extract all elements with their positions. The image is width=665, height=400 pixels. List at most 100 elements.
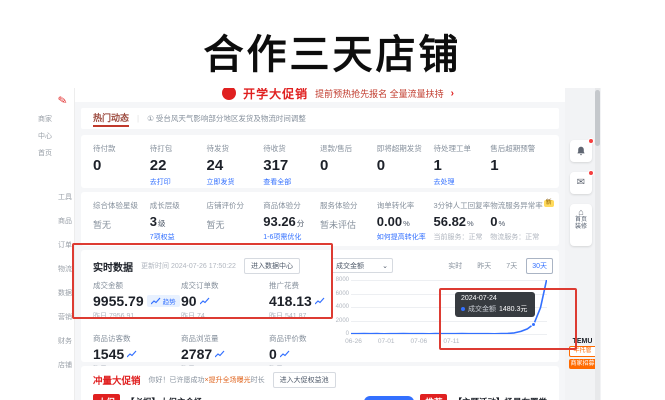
sidebar-item[interactable]: 中心: [35, 133, 55, 141]
stat-sub: 物流服务：正常: [490, 232, 547, 242]
sales-chart: 成交金额 ⌄ 实时 昨天 7天 30天 02000400060008000 20…: [327, 254, 553, 360]
sidebar-item[interactable]: 店铺: [55, 362, 75, 370]
tab-yesterday[interactable]: 昨天: [471, 258, 497, 274]
stat-value[interactable]: 1: [434, 157, 491, 174]
todo-stat: 待打包 22 去打印: [150, 143, 207, 180]
notification-dot: [588, 170, 594, 176]
stat-label: 成长层级: [150, 200, 207, 211]
temu-tag: 半托管: [569, 346, 597, 357]
enter-data-center-button[interactable]: 进入数据中心: [244, 258, 300, 274]
home-icon: ⌂: [578, 207, 583, 217]
stat-link[interactable]: 7项权益: [150, 232, 207, 242]
plot-area: 02000400060008000 2024-07-24 成交金额 1480.3…: [351, 280, 547, 334]
stat-label: 待发货: [207, 143, 264, 154]
realtime-metric: 成交金额 9955.79 趋势 昨日 7956.91: [93, 280, 181, 321]
metric-value: 0: [269, 346, 277, 362]
x-axis-labels: 06-2607-0107-0607-11: [351, 338, 547, 346]
range-tabs: 实时 昨天 7天 30天: [442, 258, 553, 274]
metric-label: 商品浏览量: [181, 333, 269, 344]
tab-hot-news[interactable]: 热门动态: [93, 111, 129, 127]
metric-value: 9955.79: [93, 293, 144, 309]
todo-stat: 即将超期发货 0: [377, 143, 434, 180]
sidebar-item[interactable]: 营销: [55, 314, 75, 322]
stat-unit: %: [467, 219, 474, 228]
trend-icon[interactable]: [280, 350, 290, 358]
stat-value[interactable]: 22: [150, 157, 207, 174]
metric-value: 418.13: [269, 293, 312, 309]
enter-promo-pool-button[interactable]: 进入大促权益池: [273, 372, 336, 388]
sidebar-item[interactable]: 商品: [55, 218, 75, 226]
promo-item-link[interactable]: 【必报】大促主会场: [126, 396, 203, 400]
sidebar-item[interactable]: 数据: [55, 290, 75, 298]
tab-30d[interactable]: 30天: [526, 258, 553, 274]
stat-unit: 级: [158, 219, 166, 228]
trend-icon[interactable]: [215, 350, 225, 358]
stat-label: 待付款: [93, 143, 150, 154]
sidebar-item[interactable]: 订单: [55, 242, 75, 250]
right-rail: ✉ ⌂ 首页装修 TEMU 半托管 商家招募: [565, 88, 601, 400]
pen-annotation-icon: ✎: [57, 93, 68, 107]
mail-icon: ✉: [577, 178, 585, 188]
select-value: 成交金额: [336, 261, 364, 271]
scrollbar-thumb[interactable]: [595, 90, 600, 146]
messages-button[interactable]: ✉: [570, 172, 592, 194]
stat-value[interactable]: 317: [263, 157, 320, 174]
quality-stat: 综合体验星级 暂无: [93, 200, 150, 238]
quality-card: 综合体验星级 暂无 成长层级 3级 7项权益 店铺评价分 暂无 商品体验分 93…: [81, 192, 559, 246]
sidebar-item[interactable]: 商家: [35, 116, 55, 124]
trend-pill[interactable]: 趋势: [147, 295, 180, 307]
trend-icon[interactable]: [200, 297, 210, 305]
stat-sub: 当前服务：正常: [434, 232, 491, 242]
temu-recruit-widget[interactable]: TEMU 半托管 商家招募: [567, 338, 598, 369]
stat-link[interactable]: 查看全部: [263, 177, 320, 187]
sidebar-item[interactable]: 物流: [55, 266, 75, 274]
stat-value[interactable]: 24: [207, 157, 264, 174]
realtime-metric: 成交订单数 90 昨日 74: [181, 280, 269, 321]
top-banner[interactable]: 开学大促销 提前预热抢先报名 全量流量扶持 ›: [75, 88, 601, 102]
trend-icon: [151, 297, 161, 305]
sidebar-item[interactable]: 工具: [55, 194, 75, 202]
home-decorate-label: 首页装修: [575, 217, 587, 231]
promo-item-link[interactable]: 【主题活动】场景布置类: [453, 396, 547, 400]
quality-stat: 店铺评价分 暂无: [207, 200, 264, 238]
stat-value[interactable]: 0: [377, 157, 434, 174]
stat-label: 综合体验星级: [93, 200, 150, 211]
stat-value[interactable]: 0: [320, 157, 377, 174]
metric-value: 90: [181, 293, 197, 309]
stat-value[interactable]: 0: [93, 157, 150, 174]
trend-icon[interactable]: [315, 297, 325, 305]
tab-realtime[interactable]: 实时: [442, 258, 468, 274]
stat-link[interactable]: 去处理: [434, 177, 491, 187]
bell-icon: [576, 146, 586, 156]
trend-icon[interactable]: [127, 350, 137, 358]
sidebar-item[interactable]: 财务: [55, 338, 75, 346]
page-title: 合作三天店铺: [0, 22, 665, 80]
news-ticker[interactable]: ① 受台风天气影响部分地区发货及物流时间调整: [147, 113, 306, 124]
tooltip-date: 2024-07-24: [461, 295, 529, 302]
realtime-card: 实时数据 更新时间 2024-07-26 17:50:22 进入数据中心 成交金…: [81, 250, 559, 362]
notification-button[interactable]: [570, 140, 592, 162]
stat-value: 暂无: [207, 218, 264, 231]
tab-7d[interactable]: 7天: [500, 258, 523, 274]
metric-yesterday: 昨日 74: [181, 311, 269, 321]
stat-link[interactable]: 如何提高转化率: [377, 232, 434, 242]
promo-badge: 大促: [93, 394, 120, 400]
promo-badge: 推荐: [420, 394, 447, 400]
quality-stat: 商品体验分 93.26分 1-6项需优化: [263, 200, 320, 238]
banner-title: 开学大促销: [243, 88, 308, 102]
stat-label: 待处理工单: [434, 143, 491, 154]
stat-value[interactable]: 1: [490, 157, 547, 174]
stat-link[interactable]: 1-6项需优化: [263, 232, 320, 242]
dashboard-screenshot: 商家 中心 首页 工具 商品 订单 物流 数据 营销 财务 店铺 开学大促销 提…: [35, 88, 601, 400]
home-decorate-tab[interactable]: ⌂ 首页装修: [570, 204, 592, 246]
sidebar-item[interactable]: 首页: [35, 150, 55, 158]
stat-value: 0.00: [377, 214, 402, 229]
temu-recruit-button[interactable]: 商家招募: [569, 359, 597, 369]
stat-link[interactable]: 立即发货: [207, 177, 264, 187]
stat-label: 商品体验分: [263, 200, 320, 211]
promo-action-button[interactable]: [364, 396, 414, 400]
todo-stat: 待处理工单 1 去处理: [434, 143, 491, 180]
stat-link[interactable]: 去打印: [150, 177, 207, 187]
stat-label: 待收货: [263, 143, 320, 154]
metric-select[interactable]: 成交金额 ⌄: [331, 258, 393, 273]
